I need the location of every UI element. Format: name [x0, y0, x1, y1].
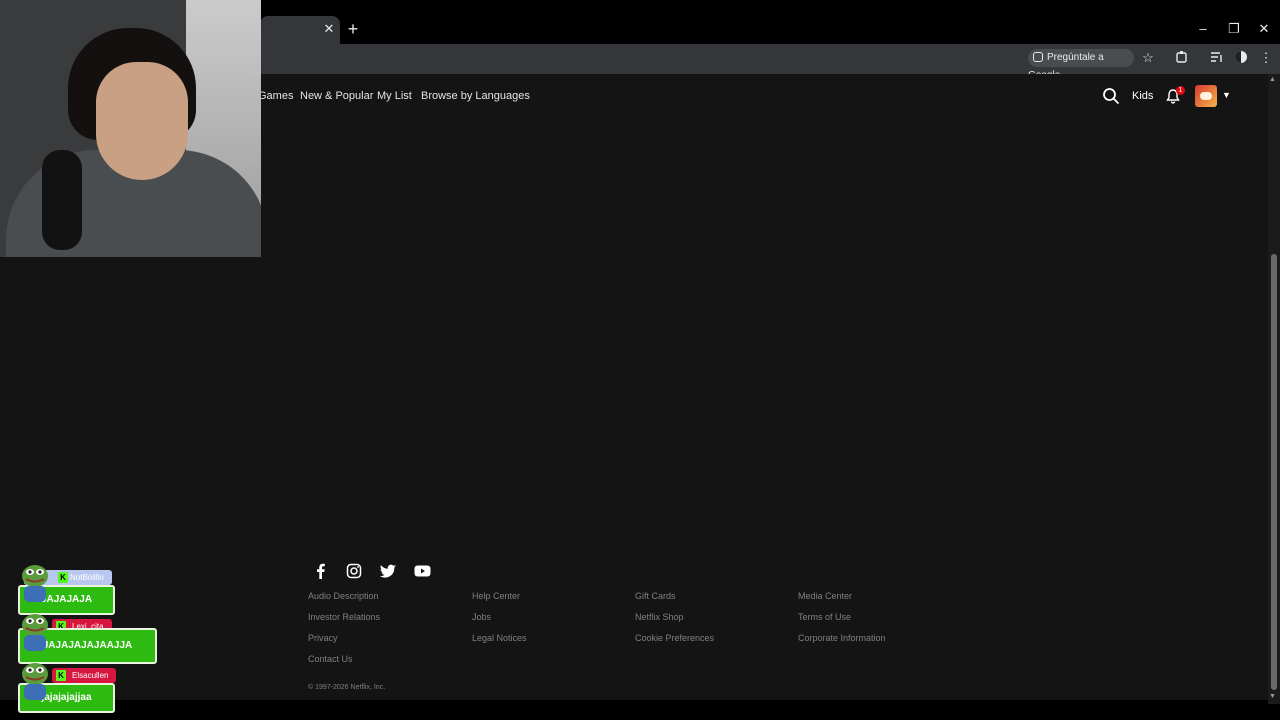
footer-link-gift-cards[interactable]: Gift Cards [635, 591, 676, 601]
webcam-face [96, 62, 188, 180]
kick-badge-icon: K [58, 572, 68, 583]
footer-link-audio-description[interactable]: Audio Description [308, 591, 379, 601]
lens-icon [1033, 52, 1043, 62]
nav-link-my-list[interactable]: My List [377, 90, 412, 102]
pepe-emote-icon [22, 614, 48, 651]
nav-link-games[interactable]: Games [258, 90, 293, 102]
microphone [42, 150, 82, 250]
instagram-icon[interactable] [346, 563, 364, 579]
avatar[interactable] [1195, 85, 1217, 107]
footer-link-privacy[interactable]: Privacy [308, 633, 338, 643]
search-icon[interactable] [1102, 87, 1120, 105]
pepe-emote-icon [22, 565, 48, 602]
footer-link-legal-notices[interactable]: Legal Notices [472, 633, 527, 643]
footer-link-investor-relations[interactable]: Investor Relations [308, 612, 380, 622]
kids-link[interactable]: Kids [1132, 90, 1153, 102]
pepe-emote-icon [22, 663, 48, 700]
tab-close-icon[interactable]: ✕ [322, 21, 336, 37]
chat-username: Elsacullen [72, 671, 109, 680]
notification-badge: 1 [1176, 86, 1185, 95]
caret-down-icon[interactable]: ▼ [1222, 90, 1231, 100]
star-icon[interactable]: ☆ [1140, 50, 1156, 66]
nav-link-browse-languages[interactable]: Browse by Languages [421, 90, 530, 102]
chat-username-pill: K Elsacullen [52, 668, 117, 683]
footer-link-jobs[interactable]: Jobs [472, 612, 491, 622]
bottom-bar [0, 704, 1280, 720]
footer-link-terms-of-use[interactable]: Terms of Use [798, 612, 851, 622]
new-tab-icon[interactable]: + [345, 20, 361, 38]
ask-google-button[interactable]: Pregúntale a Google [1028, 49, 1134, 81]
footer-link-netflix-shop[interactable]: Netflix Shop [635, 612, 684, 622]
facebook-icon[interactable] [313, 563, 331, 579]
window-close-icon[interactable]: ✕ [1256, 20, 1272, 38]
scroll-down-icon[interactable]: ▼ [1269, 693, 1276, 700]
extensions-icon[interactable] [1174, 50, 1190, 66]
kick-badge-icon: K [56, 670, 66, 681]
footer-link-contact-us[interactable]: Contact Us [308, 654, 353, 664]
profile-icon[interactable] [1233, 50, 1249, 66]
minimize-icon[interactable]: – [1195, 20, 1211, 38]
footer-link-help-center[interactable]: Help Center [472, 591, 520, 601]
twitter-icon[interactable] [380, 563, 398, 579]
nav-link-new-popular[interactable]: New & Popular [300, 90, 373, 102]
copyright-text: © 1997-2026 Netflix, Inc. [308, 684, 386, 691]
footer-link-media-center[interactable]: Media Center [798, 591, 852, 601]
footer-link-corporate-information[interactable]: Corporate Information [798, 633, 886, 643]
scroll-up-icon[interactable]: ▲ [1269, 76, 1276, 83]
menu-icon[interactable]: ⋮ [1258, 50, 1274, 66]
webcam-overlay [0, 0, 261, 257]
restore-icon[interactable]: ❐ [1226, 20, 1242, 38]
footer-link-cookie-preferences[interactable]: Cookie Preferences [635, 633, 714, 643]
scrollbar-thumb[interactable] [1271, 254, 1277, 690]
youtube-icon[interactable] [414, 563, 432, 579]
media-icon[interactable] [1209, 50, 1225, 66]
